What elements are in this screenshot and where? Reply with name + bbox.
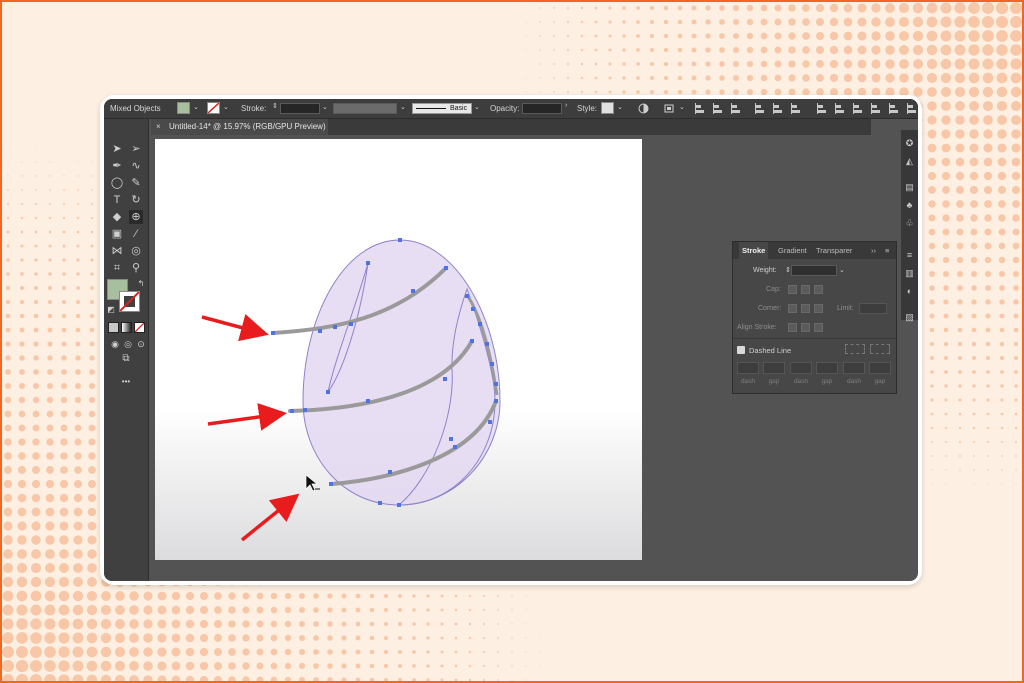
arrow-to-top-stripe [201,314,269,342]
annotation-arrows [201,314,300,542]
arrow-to-middle-stripe [207,403,287,431]
arrow-to-bottom-stripe [240,493,300,542]
